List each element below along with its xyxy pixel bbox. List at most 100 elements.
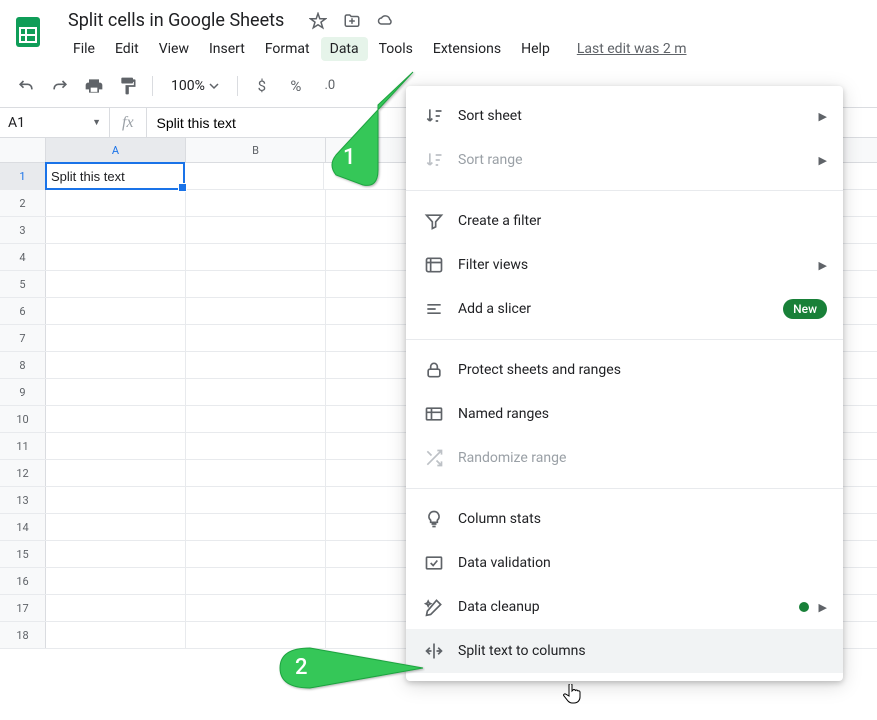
cell[interactable]: [46, 271, 186, 297]
menu-item-bulb[interactable]: Column stats: [406, 497, 843, 541]
cell[interactable]: [186, 190, 326, 216]
row-header[interactable]: 10: [0, 406, 46, 432]
row-header[interactable]: 11: [0, 433, 46, 459]
menu-view[interactable]: View: [150, 37, 198, 61]
cell[interactable]: [46, 244, 186, 270]
menu-item-label: Sort sheet: [458, 108, 819, 124]
cell[interactable]: [186, 460, 326, 486]
row-header[interactable]: 15: [0, 541, 46, 567]
menu-help[interactable]: Help: [512, 37, 559, 61]
select-all-corner[interactable]: [0, 138, 46, 162]
shuffle-icon: [422, 446, 446, 470]
status-dot-icon: [799, 602, 809, 612]
paint-format-icon[interactable]: [114, 72, 142, 100]
menu-item-label: Named ranges: [458, 406, 827, 422]
cell[interactable]: [186, 217, 326, 243]
cell[interactable]: Split this text: [45, 162, 185, 190]
menu-item-filter-views[interactable]: Filter views▶: [406, 243, 843, 287]
cell[interactable]: [46, 622, 186, 648]
cloud-status-icon[interactable]: [376, 11, 396, 31]
menu-edit[interactable]: Edit: [106, 37, 148, 61]
menu-item-named-ranges[interactable]: Named ranges: [406, 392, 843, 436]
row-header[interactable]: 8: [0, 352, 46, 378]
row-header[interactable]: 17: [0, 595, 46, 621]
cell[interactable]: [186, 406, 326, 432]
cell[interactable]: [184, 163, 324, 189]
menu-item-slicer[interactable]: Add a slicerNew: [406, 287, 843, 331]
cell[interactable]: [46, 433, 186, 459]
currency-icon[interactable]: $: [248, 72, 276, 100]
row-header[interactable]: 9: [0, 379, 46, 405]
cursor-pointer-icon: [563, 684, 581, 708]
zoom-dropdown[interactable]: 100%: [163, 78, 227, 94]
row-header[interactable]: 5: [0, 271, 46, 297]
cell[interactable]: [186, 541, 326, 567]
menu-item-sort-sheet[interactable]: Sort sheet▶: [406, 94, 843, 138]
cell[interactable]: [186, 433, 326, 459]
cell[interactable]: [186, 568, 326, 594]
cell[interactable]: [186, 352, 326, 378]
cell[interactable]: [46, 487, 186, 513]
row-header[interactable]: 6: [0, 298, 46, 324]
menu-item-label: Split text to columns: [458, 643, 827, 659]
menu-data[interactable]: Data: [321, 37, 368, 61]
row-header[interactable]: 16: [0, 568, 46, 594]
sheets-logo-icon[interactable]: [8, 12, 48, 52]
cell[interactable]: [186, 244, 326, 270]
cell[interactable]: [46, 406, 186, 432]
cell[interactable]: [186, 271, 326, 297]
percent-icon[interactable]: %: [282, 72, 310, 100]
row-header[interactable]: 1: [0, 163, 46, 189]
cell[interactable]: [46, 190, 186, 216]
submenu-arrow-icon: ▶: [819, 110, 827, 123]
col-header-A[interactable]: A: [46, 138, 186, 162]
menu-file[interactable]: File: [64, 37, 104, 61]
menu-item-label: Create a filter: [458, 213, 827, 229]
menu-item-lock[interactable]: Protect sheets and ranges: [406, 348, 843, 392]
menu-item-cleanup[interactable]: Data cleanup▶: [406, 585, 843, 629]
cell[interactable]: [46, 460, 186, 486]
row-header[interactable]: 3: [0, 217, 46, 243]
cell[interactable]: [186, 514, 326, 540]
last-edit-link[interactable]: Last edit was 2 m: [577, 41, 687, 57]
undo-icon[interactable]: [12, 72, 40, 100]
cell[interactable]: [46, 379, 186, 405]
menu-item-label: Filter views: [458, 257, 819, 273]
filter-icon: [422, 209, 446, 233]
row-header[interactable]: 13: [0, 487, 46, 513]
cell[interactable]: [46, 595, 186, 621]
menu-format[interactable]: Format: [256, 37, 319, 61]
cell[interactable]: [186, 487, 326, 513]
row-header[interactable]: 4: [0, 244, 46, 270]
cell[interactable]: [46, 217, 186, 243]
cell[interactable]: [186, 595, 326, 621]
cell[interactable]: [46, 352, 186, 378]
cell[interactable]: [46, 514, 186, 540]
name-box[interactable]: A1▼: [0, 108, 110, 137]
cell[interactable]: [186, 325, 326, 351]
redo-icon[interactable]: [46, 72, 74, 100]
cell[interactable]: [46, 568, 186, 594]
row-header[interactable]: 12: [0, 460, 46, 486]
cell[interactable]: [46, 298, 186, 324]
row-header[interactable]: 7: [0, 325, 46, 351]
row-header[interactable]: 18: [0, 622, 46, 648]
cell[interactable]: [186, 379, 326, 405]
row-header[interactable]: 2: [0, 190, 46, 216]
menu-extensions[interactable]: Extensions: [424, 37, 510, 61]
print-icon[interactable]: [80, 72, 108, 100]
row-header[interactable]: 14: [0, 514, 46, 540]
menu-tools[interactable]: Tools: [370, 37, 422, 61]
menu-item-filter[interactable]: Create a filter: [406, 199, 843, 243]
cell[interactable]: [46, 541, 186, 567]
cell[interactable]: [186, 298, 326, 324]
star-icon[interactable]: [308, 11, 328, 31]
menu-insert[interactable]: Insert: [200, 37, 254, 61]
document-title[interactable]: Split cells in Google Sheets: [64, 8, 288, 33]
menu-item-validation[interactable]: Data validation: [406, 541, 843, 585]
move-icon[interactable]: [342, 11, 362, 31]
menu-item-label: Data validation: [458, 555, 827, 571]
col-header-B[interactable]: B: [186, 138, 326, 162]
cell[interactable]: [46, 325, 186, 351]
menu-item-split[interactable]: Split text to columns: [406, 629, 843, 673]
